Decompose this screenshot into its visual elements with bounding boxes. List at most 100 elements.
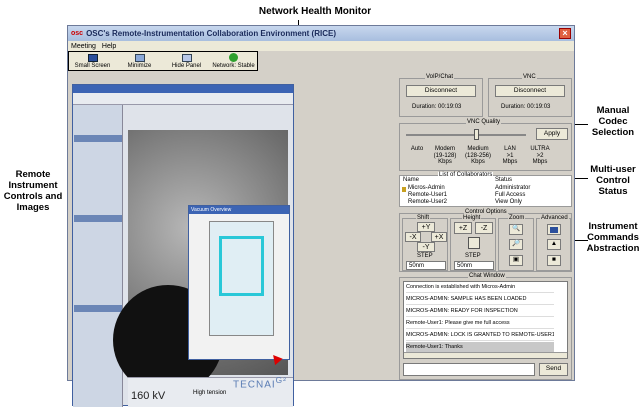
- hide-panel-button[interactable]: Hide Panel: [163, 52, 210, 70]
- menu-meeting[interactable]: Meeting: [71, 43, 96, 50]
- quality-option-text: Auto: [410, 146, 424, 152]
- panel-icon: [181, 54, 192, 62]
- network-status-icon: [229, 53, 238, 62]
- zoom-out-button[interactable]: 🔎: [509, 239, 523, 250]
- chat-title: Chat Window: [468, 273, 506, 279]
- quality-option-text: Modem: [434, 146, 455, 152]
- voip-panel: VoIP/Chat Disconnect Duration: 00:19:03: [399, 74, 483, 117]
- voip-disconnect-button[interactable]: Disconnect: [406, 85, 476, 97]
- save-icon: ■: [552, 256, 556, 264]
- collab-list-title: List of Collaborators: [438, 172, 494, 178]
- zoom-in-button[interactable]: 🔍: [509, 224, 523, 235]
- small-screen-label: Small Screen: [74, 63, 111, 69]
- vnc-duration: Duration: 00:19:03: [499, 102, 561, 112]
- vnc-disconnect-button[interactable]: Disconnect: [495, 85, 565, 97]
- collab-row-name[interactable]: Remote-User1: [408, 192, 447, 198]
- close-button[interactable]: ×: [559, 28, 571, 39]
- quality-slider-track[interactable]: [406, 134, 526, 136]
- send-button[interactable]: Send: [539, 363, 568, 376]
- collab-row-name[interactable]: Remote-User2: [408, 199, 447, 205]
- toolbar: Small Screen Minimize Hide Panel Network…: [68, 51, 258, 71]
- vnc-quality-panel: VNC Quality Apply Auto Modem (19-128) Kb…: [399, 119, 572, 171]
- minimize-icon: [134, 54, 145, 62]
- vacuum-pipe: [219, 236, 264, 296]
- quality-slider-thumb[interactable]: [474, 129, 479, 140]
- chat-input[interactable]: [403, 363, 535, 376]
- shift-right-button[interactable]: +X: [431, 232, 447, 242]
- chat-log[interactable]: Connection is established with Micros-Ad…: [403, 281, 568, 359]
- quality-option-text: ULTRA: [530, 146, 550, 152]
- annotation-commands-line: Abstraction: [586, 242, 640, 254]
- zoom-title: Zoom: [508, 215, 526, 221]
- voip-title: VoIP/Chat: [425, 74, 455, 80]
- collab-row-status: Full Access: [495, 192, 526, 198]
- annotation-collab: Multi-user Control Status: [585, 164, 641, 198]
- zoom-group: Zoom 🔍 🔎 ▣: [498, 215, 534, 271]
- chat-message: Remote-User1: Please give me full access: [406, 318, 554, 329]
- camera-icon: ▣: [512, 256, 520, 264]
- shift-title: Shift: [416, 215, 431, 221]
- collab-header-status: Status: [495, 177, 513, 183]
- title-bar: osc OSC's Remote-Instrumentation Collabo…: [68, 26, 574, 41]
- monitor-icon: [87, 54, 98, 62]
- annotation-codec-line: Selection: [591, 126, 635, 138]
- brand-sup: G²: [275, 375, 287, 385]
- network-status-button[interactable]: Network: Stable: [210, 52, 257, 70]
- quality-option-text: Medium: [467, 146, 489, 152]
- shift-up-button[interactable]: +Y: [417, 222, 435, 232]
- chat-message: MICROS-ADMIN: SAMPLE HAS BEEN LOADED: [406, 294, 554, 305]
- shift-step-select[interactable]: 50nm: [406, 261, 446, 270]
- small-screen-button[interactable]: Small Screen: [69, 52, 116, 70]
- voip-duration: Duration: 00:19:03: [410, 102, 472, 112]
- mode-readout: High tension: [193, 390, 227, 396]
- height-group: Height +Z -Z STEP 50nm: [450, 215, 496, 271]
- hide-panel-label: Hide Panel: [171, 63, 202, 69]
- camera-button[interactable]: ▣: [509, 255, 523, 266]
- quality-option-text: Kbps: [438, 159, 452, 166]
- zoom-out-icon: 🔎: [511, 240, 521, 248]
- quality-option-text: (19-128): [433, 152, 457, 159]
- quality-option-auto[interactable]: Auto: [406, 146, 428, 152]
- shift-group: Shift +Y -X +X -Y STEP 50nm: [402, 215, 448, 271]
- shift-step-label: STEP: [417, 253, 433, 259]
- minimize-label: Minimize: [127, 63, 152, 69]
- remote-toolbar: [73, 93, 293, 105]
- advanced-group: Advanced ▲ ■: [536, 215, 571, 271]
- remote-instrument-screen[interactable]: Vacuum Overview 160 kV High tension TECN…: [72, 84, 294, 407]
- remote-left-header-2: [74, 215, 122, 222]
- collab-header-name: Name: [403, 177, 420, 183]
- kv-readout: 160 kV: [131, 390, 166, 402]
- shift-down-button[interactable]: -Y: [417, 242, 435, 252]
- collab-row-name[interactable]: Micros-Admin: [408, 185, 445, 191]
- vacuum-overview-window[interactable]: Vacuum Overview: [188, 205, 290, 360]
- quality-option-text: (128-256): [464, 152, 491, 159]
- quality-option-text: Kbps: [471, 159, 485, 166]
- annotation-network-health: Network Health Monitor: [258, 6, 372, 17]
- height-down-button[interactable]: -Z: [475, 222, 493, 234]
- remote-left-header-1: [74, 135, 122, 142]
- shift-left-button[interactable]: -X: [405, 232, 421, 242]
- advanced-screen-button[interactable]: [547, 224, 561, 235]
- apply-button[interactable]: Apply: [536, 128, 568, 140]
- quality-option-text: Mbps: [502, 159, 518, 166]
- chat-panel: Chat Window Connection is established wi…: [399, 273, 572, 380]
- save-button[interactable]: ■: [547, 255, 561, 266]
- network-status-label: Network: Stable: [212, 63, 255, 69]
- quality-option-ultra[interactable]: ULTRA >2 Mbps: [526, 146, 554, 166]
- advanced-person-button[interactable]: ▲: [547, 239, 561, 250]
- annotation-remote: Remote Instrument Controls and Images: [0, 169, 66, 214]
- quality-option-medium[interactable]: Medium (128-256) Kbps: [462, 146, 494, 166]
- osc-logo-icon: osc: [71, 30, 84, 37]
- height-up-button[interactable]: +Z: [454, 222, 472, 234]
- height-step-select[interactable]: 50nm: [454, 261, 494, 270]
- quality-option-modem[interactable]: Modem (19-128) Kbps: [430, 146, 460, 166]
- minimize-button[interactable]: Minimize: [116, 52, 163, 70]
- remote-left-panel: [73, 105, 123, 407]
- vnc-quality-title: VNC Quality: [466, 119, 502, 125]
- quality-option-text: LAN: [504, 146, 516, 152]
- menu-help[interactable]: Help: [102, 43, 116, 50]
- chat-message: Connection is established with Micros-Ad…: [406, 282, 554, 293]
- height-indicator-icon: [468, 237, 480, 249]
- quality-option-lan[interactable]: LAN >1 Mbps: [498, 146, 522, 166]
- chat-scrollbar[interactable]: [404, 352, 567, 358]
